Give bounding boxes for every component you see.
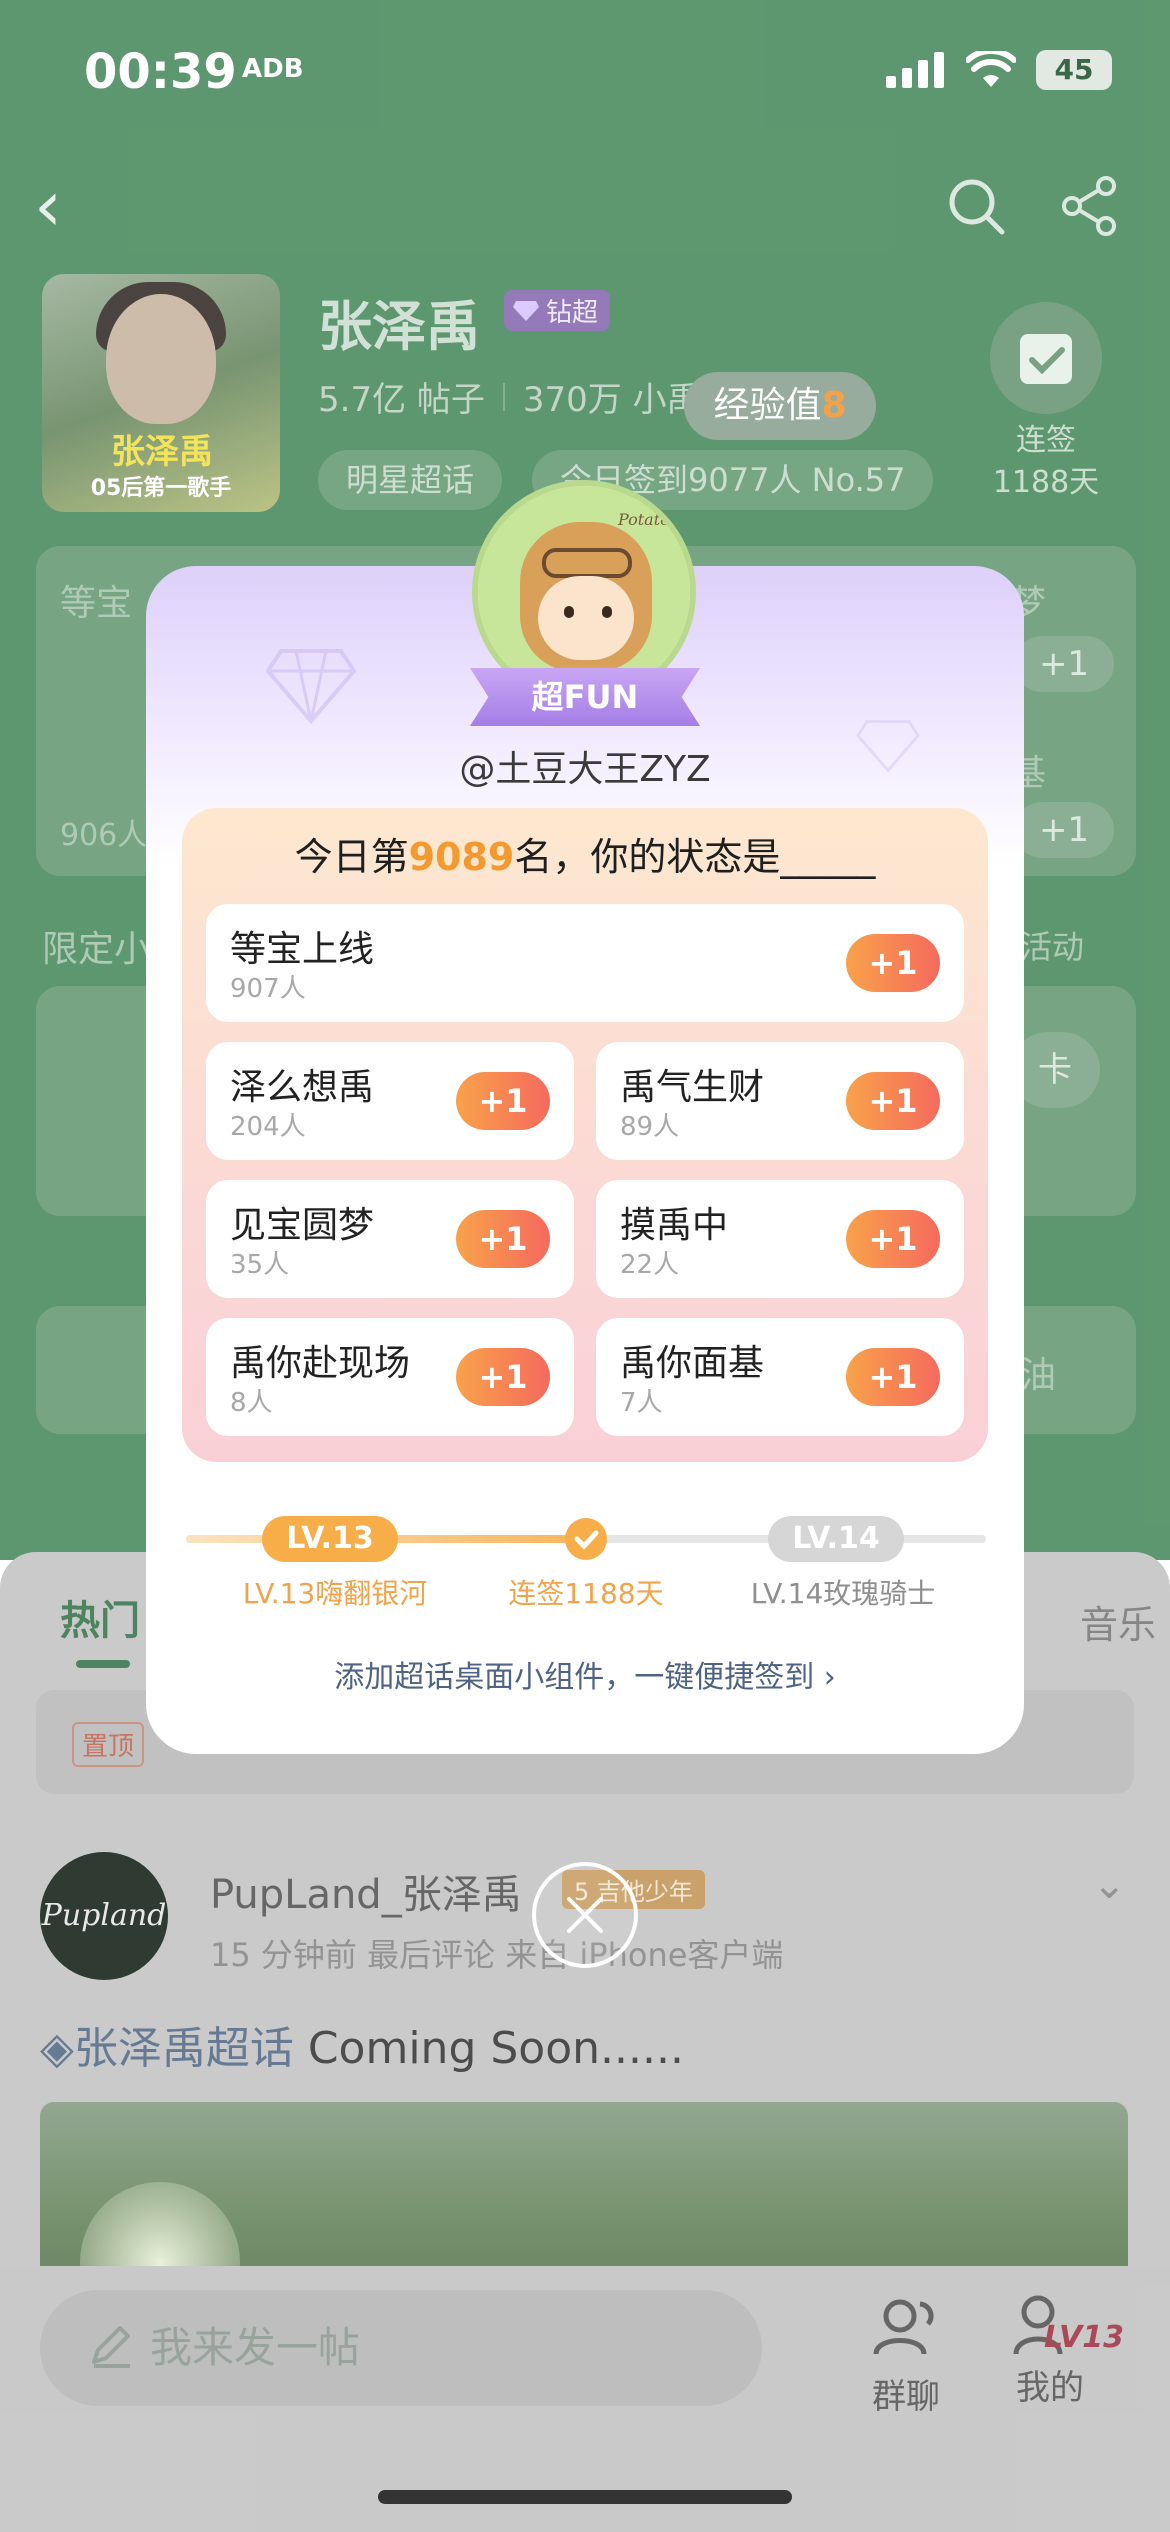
- status-option-name: 摸禹中: [620, 1205, 729, 1246]
- avatar-label: Potato: [618, 510, 670, 529]
- rank-number: 9089: [408, 835, 515, 879]
- next-level-pill: LV.14: [768, 1516, 904, 1562]
- add-widget-link-text: 添加超话桌面小组件，一键便捷签到: [334, 1660, 815, 1695]
- checkmark-icon: [565, 1518, 607, 1560]
- status-option[interactable]: 见宝圆梦 35人 +1: [206, 1180, 574, 1298]
- next-level-label: LV.14玫瑰骑士: [750, 1577, 936, 1610]
- status-option[interactable]: 等宝上线 907人 +1: [206, 904, 964, 1022]
- plus-one-button[interactable]: +1: [456, 1210, 550, 1268]
- streak-label: 连签1188天: [508, 1577, 664, 1610]
- plus-one-button[interactable]: +1: [456, 1348, 550, 1406]
- status-option[interactable]: 摸禹中 22人 +1: [596, 1180, 964, 1298]
- status-option[interactable]: 禹气生财 89人 +1: [596, 1042, 964, 1160]
- potato-eye: [564, 606, 574, 618]
- potato-glasses: [542, 548, 632, 578]
- status-option-count: 8人: [230, 1388, 273, 1418]
- status-option-name: 禹你面基: [620, 1343, 765, 1384]
- potato-face: [538, 576, 634, 660]
- close-icon: [567, 1897, 603, 1933]
- current-level-label: LV.13嗨翻银河: [242, 1577, 428, 1610]
- status-option-name: 见宝圆梦: [230, 1205, 375, 1246]
- plus-one-button[interactable]: +1: [846, 1210, 940, 1268]
- user-handle: @土豆大王ZYZ: [459, 749, 711, 790]
- status-option-name: 等宝上线: [230, 929, 375, 970]
- rank-suffix: 名，你的状态是_____: [514, 835, 876, 879]
- status-option-name: 禹气生财: [620, 1067, 765, 1108]
- status-option-count: 35人: [230, 1250, 290, 1280]
- status-option-count: 907人: [230, 974, 306, 1004]
- chevron-right-icon: ›: [823, 1660, 836, 1695]
- current-level-pill: LV.13: [262, 1516, 398, 1562]
- diamond-decoration-icon: [266, 649, 356, 725]
- plus-one-button[interactable]: +1: [846, 1348, 940, 1406]
- status-option[interactable]: 禹你面基 7人 +1: [596, 1318, 964, 1436]
- status-option-count: 7人: [620, 1388, 663, 1418]
- plus-one-button[interactable]: +1: [456, 1072, 550, 1130]
- add-widget-link[interactable]: 添加超话桌面小组件，一键便捷签到 ›: [146, 1652, 1024, 1696]
- status-option-count: 89人: [620, 1112, 680, 1142]
- fun-ribbon-badge: 超FUN: [470, 668, 700, 726]
- rank-question: 今日第9089名，你的状态是_____: [182, 826, 988, 881]
- rank-prefix: 今日第: [294, 835, 409, 879]
- close-button[interactable]: [532, 1862, 638, 1968]
- status-option-count: 204人: [230, 1112, 306, 1142]
- status-option-name: 泽么想禹: [230, 1067, 375, 1108]
- status-option-count: 22人: [620, 1250, 680, 1280]
- potato-eye: [602, 606, 612, 618]
- status-option[interactable]: 泽么想禹 204人 +1: [206, 1042, 574, 1160]
- status-option-name: 禹你赴现场: [230, 1343, 411, 1384]
- status-option[interactable]: 禹你赴现场 8人 +1: [206, 1318, 574, 1436]
- plus-one-button[interactable]: +1: [846, 1072, 940, 1130]
- plus-one-button[interactable]: +1: [846, 934, 940, 992]
